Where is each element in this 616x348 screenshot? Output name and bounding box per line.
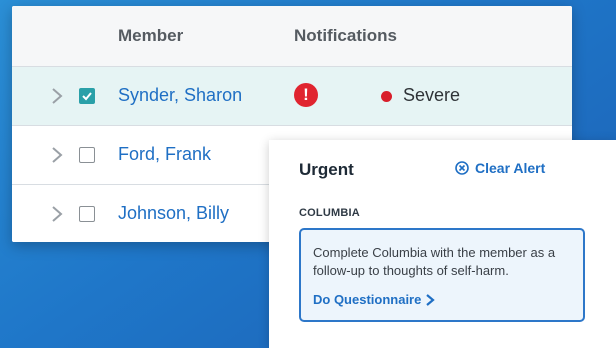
popover-arrow [293, 126, 321, 140]
popover-title: Urgent [299, 160, 354, 179]
checkmark-icon [82, 92, 92, 101]
section-label: COLUMBIA [299, 207, 360, 219]
alert-exclamation-icon[interactable]: ! [294, 83, 318, 107]
column-header-member[interactable]: Member [118, 26, 183, 46]
row-checkbox[interactable] [79, 147, 95, 163]
member-name-link[interactable]: Johnson, Billy [118, 203, 229, 224]
questionnaire-card: Complete Columbia with the member as a f… [299, 228, 585, 322]
member-name-link[interactable]: Ford, Frank [118, 144, 211, 165]
table-row[interactable]: Synder, Sharon ! Severe [12, 67, 572, 126]
chevron-right-icon [426, 293, 436, 306]
row-checkbox[interactable] [79, 88, 95, 104]
close-circle-icon [455, 161, 469, 175]
chevron-right-icon[interactable] [50, 87, 64, 105]
chevron-right-icon[interactable] [50, 205, 64, 223]
clear-alert-label: Clear Alert [475, 160, 546, 176]
do-questionnaire-link[interactable]: Do Questionnaire [313, 292, 436, 307]
column-header-notifications[interactable]: Notifications [294, 26, 397, 46]
severity-label: Severe [403, 85, 461, 105]
clear-alert-button[interactable]: Clear Alert [455, 160, 545, 176]
table-header: Member Notifications [12, 6, 572, 67]
severity-dot [381, 91, 392, 102]
questionnaire-message: Complete Columbia with the member as a f… [313, 245, 556, 278]
chevron-right-icon[interactable] [50, 146, 64, 164]
alert-popover: Urgent Clear Alert COLUMBIA Complete Col… [269, 140, 616, 348]
do-questionnaire-label: Do Questionnaire [313, 292, 422, 307]
row-checkbox[interactable] [79, 206, 95, 222]
member-name-link[interactable]: Synder, Sharon [118, 85, 242, 106]
